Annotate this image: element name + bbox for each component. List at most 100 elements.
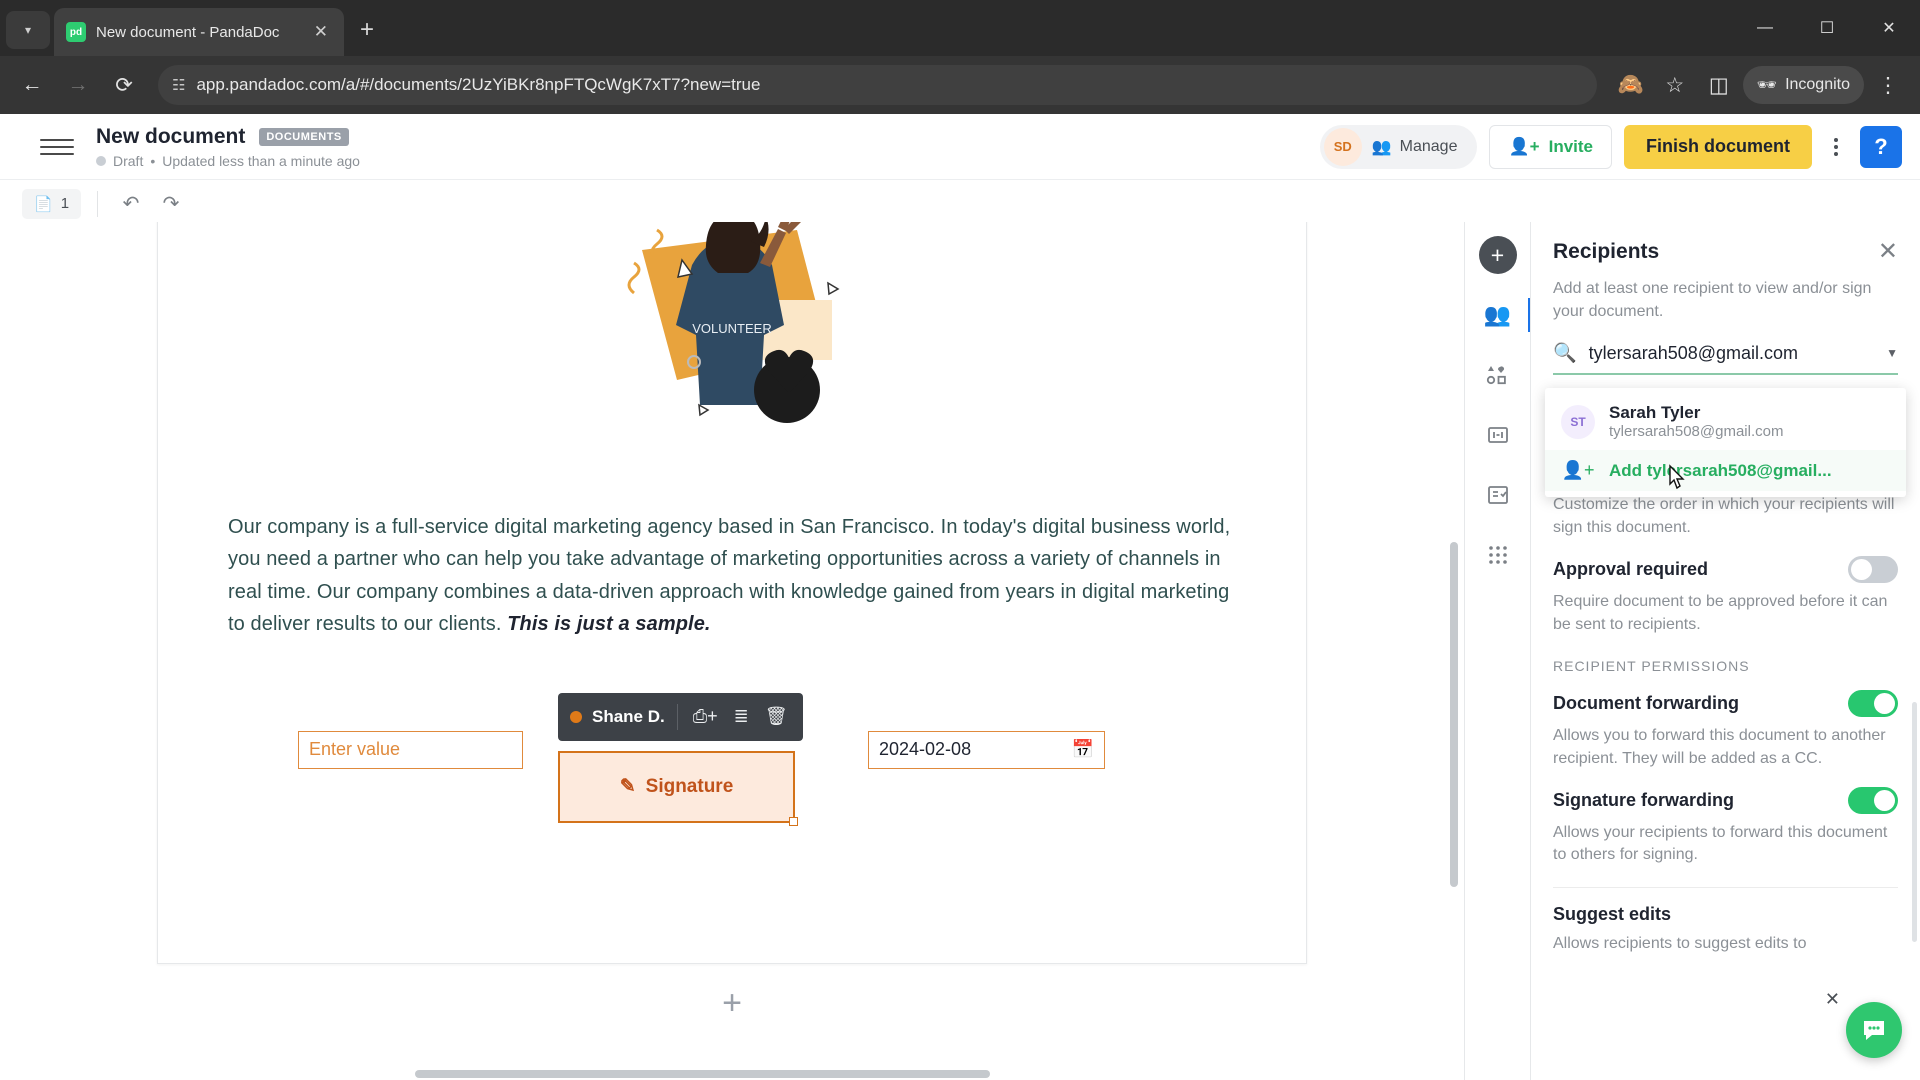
omnibox-bar: ← → ⟳ ☷ app.pandadoc.com/a/#/documents/2… — [0, 56, 1920, 114]
field-settings-icon[interactable]: ≣ — [731, 706, 752, 727]
permission-document-forwarding: Document forwarding Allows you to forwar… — [1553, 690, 1898, 770]
invite-button[interactable]: 👤+ Invite — [1489, 124, 1612, 169]
avatar: ST — [1561, 405, 1595, 439]
document-canvas[interactable]: VOLUNTEER Our company is a full-service … — [0, 222, 1464, 1080]
approval-required-label: Approval required — [1553, 558, 1709, 579]
paragraph-emphasis: This is just a sample. — [507, 613, 711, 636]
recipient-suggestions-dropdown: ST Sarah Tyler tylersarah508@gmail.com 👤… — [1545, 388, 1906, 497]
field-toolbar: Shane D. ⎙+ ≣ 🗑 — [558, 692, 803, 741]
trash-icon[interactable]: 🗑 — [762, 706, 791, 727]
panel-divider — [1553, 887, 1898, 889]
incognito-label: Incognito — [1785, 76, 1850, 93]
new-tab-button[interactable]: + — [360, 16, 374, 44]
back-icon[interactable]: ← — [12, 65, 52, 105]
chat-bubble-icon[interactable] — [1846, 1002, 1902, 1058]
chevron-down-icon[interactable]: ▼ — [1886, 346, 1898, 360]
svg-text:VOLUNTEER: VOLUNTEER — [692, 321, 771, 336]
redo-icon[interactable]: ↷ — [154, 187, 188, 221]
signature-label: Signature — [645, 775, 734, 797]
minimize-icon[interactable]: — — [1734, 0, 1796, 56]
suggestion-add-item[interactable]: 👤+ Add tylersarah508@gmail... — [1545, 450, 1906, 491]
content-library-icon[interactable] — [1477, 356, 1519, 394]
panel-title: Recipients — [1553, 240, 1660, 263]
panel-scrollbar[interactable] — [1912, 702, 1917, 942]
option-row: Signature forwarding — [1553, 786, 1898, 814]
contact-name: Sarah Tyler — [1609, 403, 1701, 422]
close-window-icon[interactable]: ✕ — [1858, 0, 1920, 56]
help-icon[interactable]: ? — [1860, 125, 1902, 168]
approval-required-toggle[interactable] — [1848, 555, 1898, 583]
finish-document-button[interactable]: Finish document — [1624, 124, 1812, 169]
workflow-icon[interactable] — [1477, 476, 1519, 514]
signature-field[interactable]: ✎ Signature — [558, 750, 798, 826]
address-bar[interactable]: ☷ app.pandadoc.com/a/#/documents/2UzYiBK… — [158, 65, 1597, 105]
app-header: New document DOCUMENTS Draft • Updated l… — [0, 114, 1920, 180]
suggest-edits-description: Allows recipients to suggest edits to — [1553, 935, 1807, 953]
signature-forwarding-toggle[interactable] — [1848, 786, 1898, 814]
workspace: VOLUNTEER Our company is a full-service … — [0, 222, 1920, 1080]
browser-menu-icon[interactable]: ⋮ — [1868, 65, 1908, 105]
main-menu-icon[interactable] — [40, 138, 74, 155]
document-meta: New document DOCUMENTS Draft • Updated l… — [96, 125, 360, 169]
reload-icon[interactable]: ⟳ — [104, 65, 144, 105]
search-input[interactable]: tylersarah508@gmail.com — [1589, 343, 1874, 364]
document-page[interactable]: VOLUNTEER Our company is a full-service … — [157, 222, 1307, 964]
assignee-label[interactable]: Shane D. — [592, 707, 665, 727]
apps-icon[interactable] — [1477, 536, 1519, 574]
chat-close-icon[interactable]: ✕ — [1825, 989, 1840, 1010]
incognito-icon: 🕶 — [1756, 77, 1778, 94]
tools-rail: + 👥 — [1464, 222, 1531, 1080]
recipients-panel: Recipients ✕ Add at least one recipient … — [1530, 222, 1920, 1080]
paragraph-text: Our company is a full-service digital ma… — [228, 516, 1231, 636]
document-paragraph[interactable]: Our company is a full-service digital ma… — [228, 511, 1236, 641]
browser-window: ▾ pd New document - PandaDoc ✕ + — ☐ ✕ ←… — [0, 0, 1920, 1080]
tab-title: New document - PandaDoc — [96, 23, 280, 41]
text-field[interactable]: Enter value — [298, 730, 523, 769]
recipients-icon[interactable]: 👥 — [1477, 296, 1531, 334]
site-settings-icon[interactable]: ☷ — [172, 76, 185, 94]
avatar[interactable]: SD — [1323, 127, 1362, 166]
tab-search-button[interactable]: ▾ — [6, 11, 50, 49]
canvas-horizontal-scrollbar[interactable] — [415, 1070, 990, 1078]
panel-header: Recipients ✕ — [1553, 240, 1898, 264]
side-panel-icon[interactable]: ◫ — [1699, 65, 1739, 105]
recipient-permissions-caption: RECIPIENT PERMISSIONS — [1553, 658, 1750, 675]
toolbar-divider — [97, 190, 99, 217]
tab-strip: ▾ pd New document - PandaDoc ✕ + — ☐ ✕ — [0, 0, 1920, 56]
mouse-cursor-icon — [1669, 464, 1685, 490]
people-icon: 👥 — [1371, 138, 1392, 156]
page-title[interactable]: New document — [96, 125, 245, 149]
calendar-icon[interactable]: 📅 — [1072, 739, 1094, 760]
recipient-search-row[interactable]: 🔍 tylersarah508@gmail.com ▼ — [1553, 341, 1898, 376]
signing-order-description: Customize the order in which your recipi… — [1553, 496, 1895, 537]
date-value: 2024-02-08 — [879, 739, 972, 760]
tracking-protection-icon[interactable]: 🙈 — [1611, 65, 1651, 105]
document-forwarding-toggle[interactable] — [1848, 690, 1898, 718]
add-content-button[interactable]: + — [1478, 236, 1517, 274]
canvas-vertical-scrollbar[interactable] — [1450, 542, 1458, 887]
search-icon: 🔍 — [1553, 343, 1577, 365]
close-icon[interactable]: ✕ — [310, 22, 332, 42]
fields-icon[interactable] — [1477, 416, 1519, 454]
resize-handle[interactable] — [789, 816, 798, 826]
hero-illustration: VOLUNTEER — [627, 222, 840, 423]
chevron-down-icon: ▾ — [24, 23, 32, 37]
date-field[interactable]: 2024-02-08 📅 — [868, 730, 1105, 769]
bookmark-star-icon[interactable]: ☆ — [1655, 65, 1695, 105]
add-block-button[interactable]: + — [722, 986, 742, 1020]
option-row: Document forwarding — [1553, 690, 1898, 718]
manage-group: SD 👥 Manage — [1319, 124, 1478, 169]
close-icon[interactable]: ✕ — [1878, 240, 1898, 264]
incognito-indicator[interactable]: 🕶 Incognito — [1742, 66, 1864, 104]
pages-button[interactable]: 📄 1 — [22, 188, 82, 219]
browser-tab[interactable]: pd New document - PandaDoc ✕ — [54, 8, 344, 56]
forward-icon[interactable]: → — [58, 65, 98, 105]
status-separator: • — [150, 152, 156, 169]
undo-icon[interactable]: ↶ — [114, 187, 148, 221]
more-options-icon[interactable] — [1824, 130, 1848, 164]
duplicate-field-icon[interactable]: ⎙+ — [690, 706, 721, 727]
maximize-icon[interactable]: ☐ — [1796, 0, 1858, 56]
option-approval-required: Approval required Require document to be… — [1553, 555, 1898, 636]
manage-button[interactable]: 👥 Manage — [1366, 125, 1472, 169]
suggestion-contact-item[interactable]: ST Sarah Tyler tylersarah508@gmail.com — [1545, 394, 1906, 450]
